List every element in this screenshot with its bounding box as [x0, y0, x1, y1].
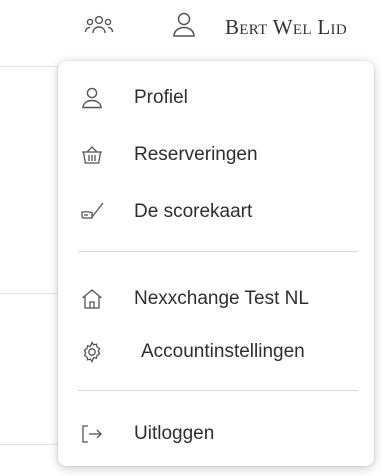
menu-item-label: De scorekaart	[134, 201, 253, 222]
menu-divider	[78, 390, 358, 391]
basket-icon	[80, 143, 104, 167]
logout-icon	[80, 422, 104, 446]
user-icon	[80, 86, 104, 110]
user-icon[interactable]	[172, 11, 196, 39]
menu-item-label: Nexxchange Test NL	[134, 288, 309, 309]
menu-item-nexxchange-test-nl[interactable]: Nexxchange Test NL	[58, 272, 374, 326]
user-name[interactable]: Bert Wel Lid	[225, 15, 347, 40]
gear-icon	[80, 340, 104, 364]
menu-divider	[78, 251, 358, 252]
top-bar: Bert Wel Lid	[0, 0, 382, 56]
home-icon	[80, 287, 104, 311]
menu-item-scorekaart[interactable]: De scorekaart	[58, 185, 374, 239]
menu-item-label: Accountinstellingen	[141, 341, 305, 362]
menu-item-label: Profiel	[134, 87, 188, 108]
menu-item-accountinstellingen[interactable]: Accountinstellingen	[58, 325, 374, 379]
menu-item-reserveringen[interactable]: Reserveringen	[58, 128, 374, 182]
menu-item-label: Uitloggen	[134, 423, 215, 444]
group-icon[interactable]	[84, 14, 114, 38]
menu-item-profiel[interactable]: Profiel	[58, 71, 374, 125]
user-dropdown-menu: Profiel Reserveringen De scorekaart Nexx…	[58, 61, 374, 466]
menu-item-uitloggen[interactable]: Uitloggen	[58, 407, 374, 461]
golf-club-icon	[80, 200, 104, 224]
menu-item-label: Reserveringen	[134, 144, 258, 165]
